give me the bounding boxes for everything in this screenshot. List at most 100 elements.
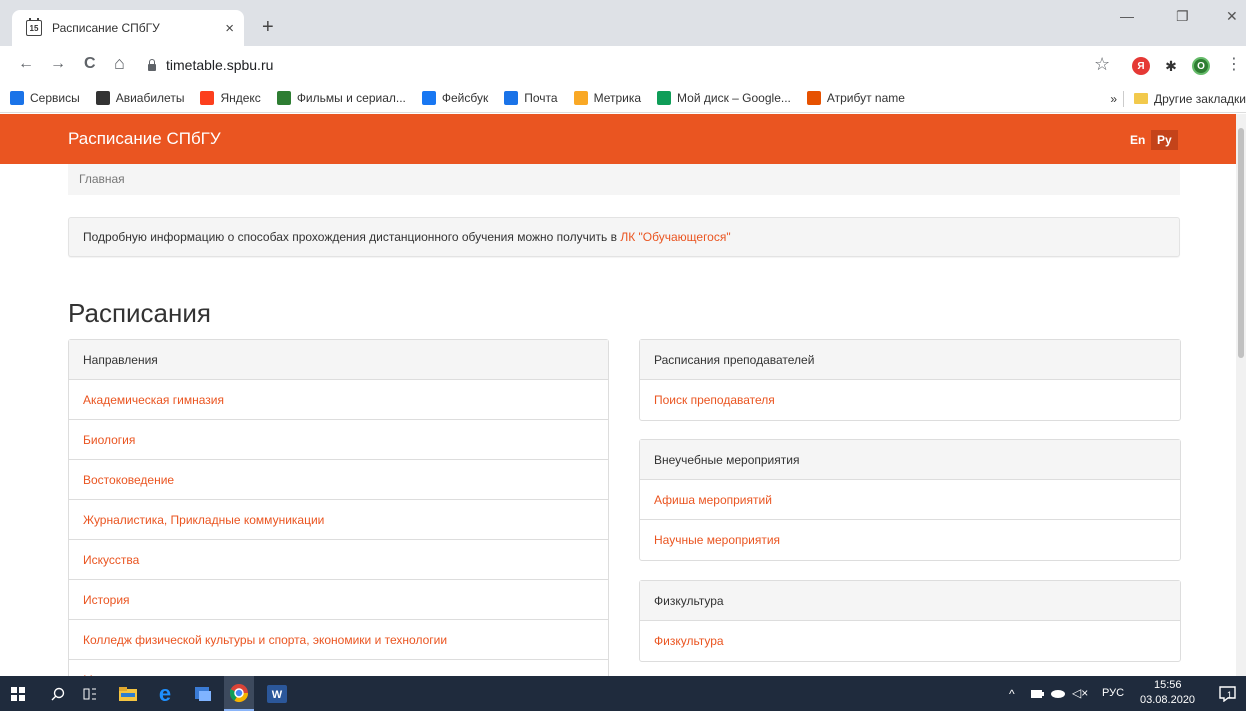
list-item[interactable]: Афиша мероприятий xyxy=(640,480,1180,520)
bookmark-label: Яндекс xyxy=(220,91,261,105)
new-tab-button[interactable]: + xyxy=(262,17,274,37)
address-bar[interactable]: timetable.spbu.ru xyxy=(148,51,1088,79)
url-text: timetable.spbu.ru xyxy=(166,57,274,73)
bookmark-label: Фильмы и сериал... xyxy=(296,91,406,105)
browser-toolbar: ← → C ⌂ timetable.spbu.ru ☆ Я ✱ O ⋮ xyxy=(0,46,1246,84)
panel-heading: Направления xyxy=(69,340,608,380)
notice-text: Подробную информацию о способах прохожде… xyxy=(83,230,621,244)
profile-avatar[interactable]: O xyxy=(1192,57,1210,75)
notification-count: 1 xyxy=(1227,690,1233,700)
close-window-button[interactable]: ✕ xyxy=(1226,8,1238,25)
bookmarks-bar: Сервисы Авиабилеты Яндекс Фильмы и сериал..… xyxy=(0,84,1246,113)
reload-button[interactable]: C xyxy=(84,55,96,73)
bookmark-item[interactable]: Фильмы и сериал... xyxy=(276,91,406,105)
task-view-icon[interactable] xyxy=(82,684,98,703)
directions-panel: Направления Академическая гимназия Биологи… xyxy=(68,339,609,676)
bookmark-label: Авиабилеты xyxy=(115,91,185,105)
sport-panel: Физкультура Физкультура xyxy=(639,580,1181,662)
puzzle-extension-icon[interactable]: ✱ xyxy=(1162,57,1180,75)
panel-heading: Расписания преподавателей xyxy=(640,340,1180,380)
list-item[interactable]: Искусства xyxy=(69,540,608,580)
battery-icon[interactable] xyxy=(1030,684,1044,703)
windows-taskbar: e W ^ ◁× РУС 15:56 03.08.2020 1 xyxy=(0,676,1246,711)
bookmark-label: Фейсбук xyxy=(441,91,489,105)
yandex-extension-icon[interactable]: Я xyxy=(1132,57,1150,75)
bookmark-item[interactable]: Сервисы xyxy=(10,91,80,105)
close-tab-button[interactable]: × xyxy=(225,20,234,37)
edge-icon[interactable]: e xyxy=(154,681,176,706)
student-account-link[interactable]: ЛК "Обучающегося" xyxy=(620,230,730,244)
mail-icon xyxy=(504,91,519,105)
input-language-indicator[interactable]: РУС xyxy=(1102,687,1124,699)
lang-ru-link[interactable]: Ру xyxy=(1151,130,1178,150)
windows-start-icon[interactable] xyxy=(10,684,26,703)
list-item[interactable]: Востоковедение xyxy=(69,460,608,500)
drive-icon xyxy=(657,91,672,105)
folder-icon xyxy=(1134,93,1149,104)
tray-chevron-icon[interactable]: ^ xyxy=(1009,687,1015,701)
list-item[interactable]: Научные мероприятия xyxy=(640,520,1180,560)
svg-text:W: W xyxy=(272,689,283,701)
list-item[interactable]: Колледж физической культуры и спорта, эк… xyxy=(69,620,608,660)
home-button[interactable]: ⌂ xyxy=(114,53,125,74)
other-bookmarks[interactable]: » Другие закладки xyxy=(1110,84,1246,113)
bookmark-label: Почта xyxy=(524,91,558,105)
bookmark-item[interactable]: Яндекс xyxy=(200,91,261,105)
metrika-icon xyxy=(573,91,588,105)
bookmark-item[interactable]: Почта xyxy=(504,91,558,105)
bookmark-star-icon[interactable]: ☆ xyxy=(1094,54,1110,75)
list-item[interactable]: История xyxy=(69,580,608,620)
lock-icon xyxy=(148,58,156,71)
teachers-panel: Расписания преподавателей Поиск преподава… xyxy=(639,339,1181,421)
minimize-button[interactable]: — xyxy=(1120,8,1134,24)
bookmarks-more-button[interactable]: » xyxy=(1110,92,1117,106)
bookmark-item[interactable]: Авиабилеты xyxy=(95,91,185,105)
bookmark-item[interactable]: Фейсбук xyxy=(421,91,489,105)
panel-heading: Внеучебные мероприятия xyxy=(640,440,1180,480)
page-viewport: Расписание СПбГУ En Ру Главная Подробную… xyxy=(0,114,1236,676)
word-icon[interactable]: W xyxy=(266,684,288,703)
paint-icon[interactable] xyxy=(192,684,214,703)
chrome-taskbar-icon[interactable] xyxy=(224,676,254,711)
bookmark-label: Сервисы xyxy=(30,91,80,105)
list-item[interactable]: Журналистика, Прикладные коммуникации xyxy=(69,500,608,540)
facebook-icon xyxy=(421,91,436,105)
file-explorer-icon[interactable] xyxy=(118,684,138,703)
bookmark-item[interactable]: Метрика xyxy=(573,91,642,105)
lang-en-link[interactable]: En xyxy=(1124,130,1151,150)
list-item[interactable]: Биология xyxy=(69,420,608,460)
clock-date[interactable]: 03.08.2020 xyxy=(1140,694,1195,706)
info-notice: Подробную информацию о способах прохожде… xyxy=(68,217,1180,257)
bookmark-label: Атрибут name xyxy=(826,91,905,105)
page-scrollbar[interactable] xyxy=(1236,114,1246,676)
events-panel: Внеучебные мероприятия Афиша мероприятий Н… xyxy=(639,439,1181,561)
attr-icon xyxy=(806,91,821,105)
list-item[interactable]: Поиск преподавателя xyxy=(640,380,1180,420)
bookmark-item[interactable]: Мой диск – Google... xyxy=(657,91,791,105)
breadcrumb-home[interactable]: Главная xyxy=(79,172,125,186)
site-navbar: Расписание СПбГУ En Ру xyxy=(0,114,1236,164)
list-item[interactable]: Математика и компьютерные науки xyxy=(69,660,608,676)
browser-tab[interactable]: 15 Расписание СПбГУ × xyxy=(12,10,244,46)
page-title: Расписания xyxy=(68,298,211,328)
bookmark-item[interactable]: Атрибут name xyxy=(806,91,905,105)
onedrive-icon[interactable] xyxy=(1050,684,1066,703)
forward-button[interactable]: → xyxy=(50,55,66,73)
site-brand-link[interactable]: Расписание СПбГУ xyxy=(68,129,221,149)
list-item[interactable]: Академическая гимназия xyxy=(69,380,608,420)
film-icon xyxy=(276,91,291,105)
bookmark-label: Метрика xyxy=(593,91,642,105)
search-icon[interactable] xyxy=(50,684,66,703)
calendar-icon: 15 xyxy=(26,18,42,36)
browser-menu-button[interactable]: ⋮ xyxy=(1226,54,1242,74)
list-item[interactable]: Физкультура xyxy=(640,621,1180,661)
other-bookmarks-label: Другие закладки xyxy=(1154,91,1246,106)
maximize-button[interactable]: ❐ xyxy=(1176,8,1189,25)
volume-muted-icon[interactable]: ◁× xyxy=(1072,686,1088,700)
tab-title: Расписание СПбГУ xyxy=(52,21,160,35)
scrollbar-thumb[interactable] xyxy=(1238,128,1244,358)
back-button[interactable]: ← xyxy=(18,55,34,73)
bookmark-label: Мой диск – Google... xyxy=(677,91,791,105)
panel-heading: Физкультура xyxy=(640,581,1180,621)
clock-time[interactable]: 15:56 xyxy=(1154,679,1182,691)
